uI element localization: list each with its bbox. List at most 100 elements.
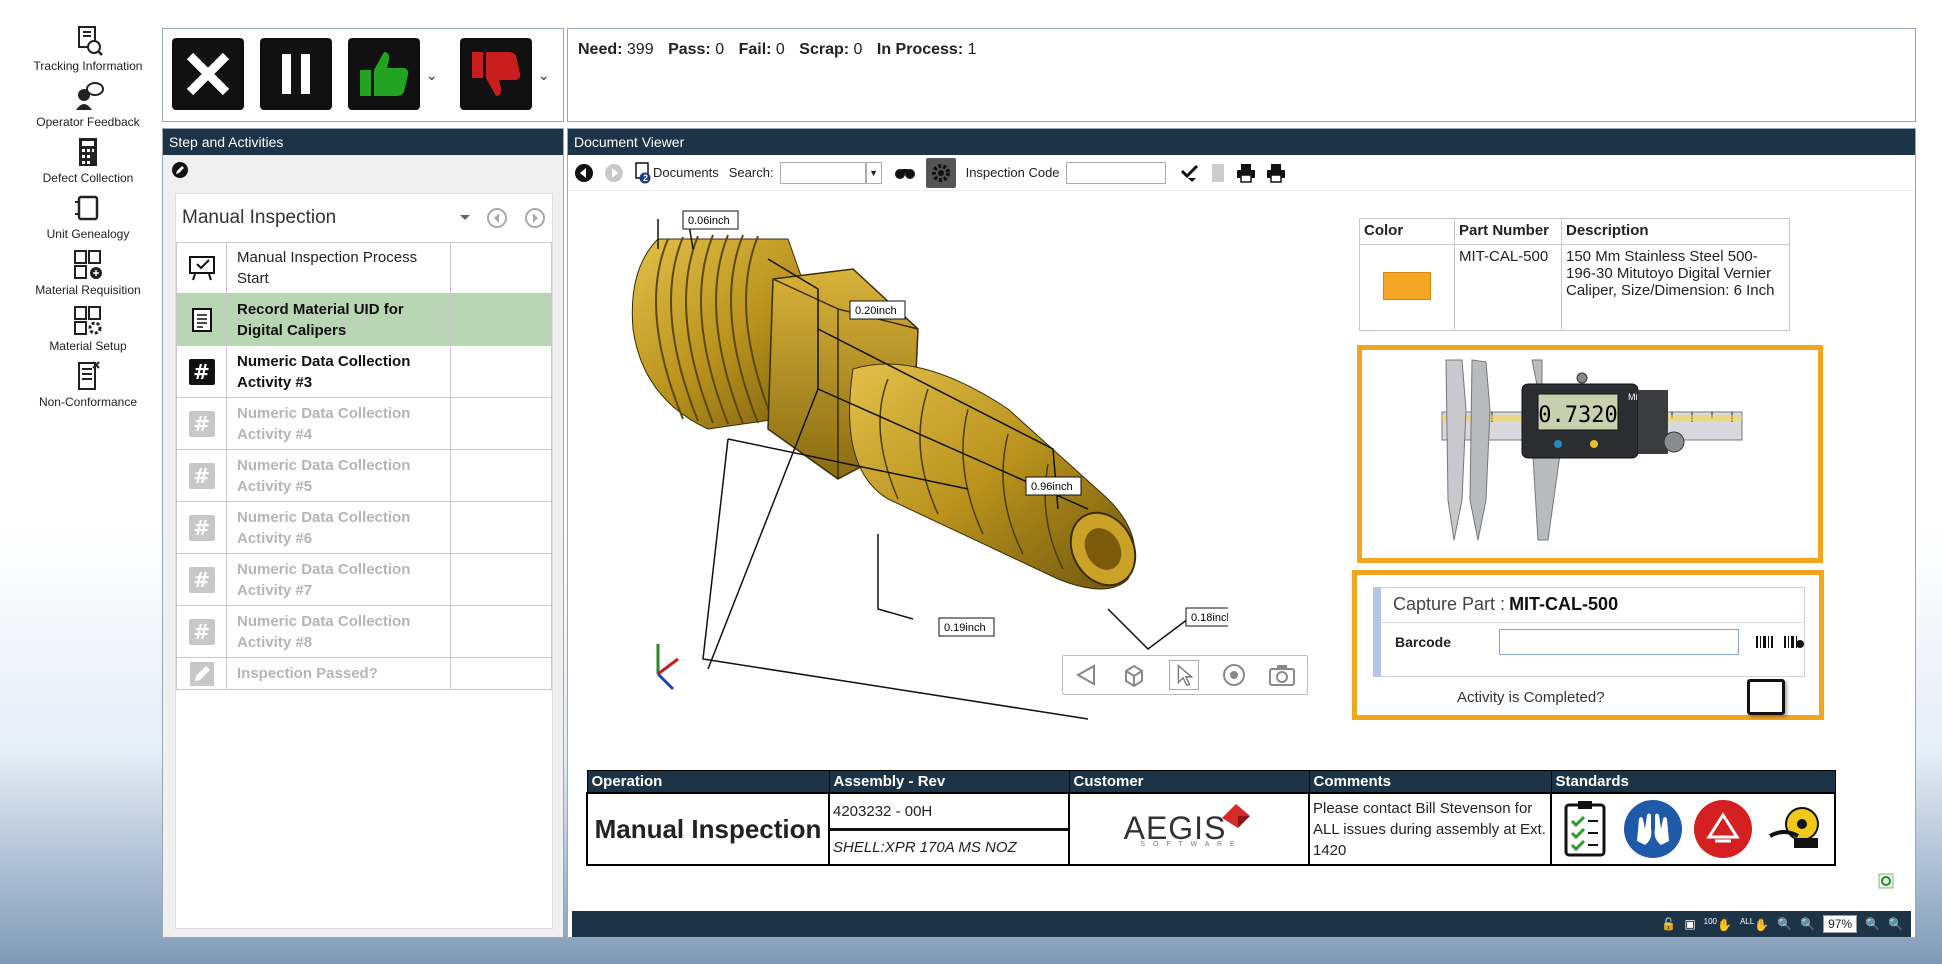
step-item[interactable]: # Numeric Data Collection Activity #4 — [176, 398, 552, 450]
nav-tracking-information[interactable]: Tracking Information — [18, 24, 158, 80]
pass-button[interactable] — [348, 38, 420, 110]
forward-button[interactable] — [604, 163, 624, 183]
hand-icon-100[interactable]: 100✋ — [1704, 917, 1732, 932]
hand-label-all: ALL — [1739, 916, 1755, 926]
operator-feedback-icon — [76, 82, 104, 110]
dimension-label: 0.20inch — [855, 305, 897, 317]
search-field[interactable] — [779, 161, 866, 184]
step-label: Record Material UID for Digital Calipers — [227, 294, 451, 345]
step-icon-cell — [177, 658, 227, 689]
hand-icon-all[interactable]: ALL✋ — [1740, 917, 1769, 932]
search-dropdown-icon[interactable]: ▼ — [865, 161, 882, 184]
step-dropdown-icon[interactable] — [458, 213, 472, 223]
printer-icon — [1266, 163, 1285, 183]
fit-page-icon[interactable]: ▣ — [1684, 917, 1695, 931]
barcode-scan-icon[interactable] — [1755, 634, 1775, 650]
inspection-code-label: Inspection Code — [965, 165, 1060, 180]
step-item[interactable]: # Numeric Data Collection Activity #3 — [176, 346, 552, 398]
capture-part-number: MIT-CAL-500 — [1509, 594, 1619, 614]
inspection-code-input[interactable] — [1065, 161, 1166, 184]
step-item[interactable]: Manual Inspection Process Start — [176, 242, 552, 294]
fail-count: Fail: 0 — [739, 41, 785, 58]
step-item[interactable]: # Numeric Data Collection Activity #6 — [176, 502, 552, 554]
back-button[interactable] — [574, 163, 594, 183]
nav-operator-feedback[interactable]: Operator Feedback — [18, 80, 158, 136]
lock-icon[interactable]: 🔓 — [1661, 917, 1676, 931]
step-item[interactable]: Inspection Passed? — [176, 658, 552, 690]
step-panel-header: Step and Activities — [163, 129, 563, 155]
checklist-icon — [1564, 801, 1606, 857]
nav-label: Non-Conformance — [38, 395, 138, 409]
nav-defect-collection[interactable]: Defect Collection — [18, 136, 158, 192]
activity-completed-checkbox[interactable] — [1747, 679, 1785, 715]
fail-options-chevron-down-icon[interactable]: ⌄ — [538, 67, 550, 84]
disabled-doc-button[interactable] — [1210, 163, 1226, 183]
part-table-header: Color — [1359, 218, 1455, 245]
step-item[interactable]: # Numeric Data Collection Activity #5 — [176, 450, 552, 502]
nav-label: Operator Feedback — [36, 115, 140, 129]
document-disabled-icon — [1211, 163, 1224, 182]
thumbs-up-icon — [360, 52, 409, 96]
fail-label: Fail: — [738, 41, 772, 58]
part-3d-model[interactable]: 0.06inch 0.20inch 0.96inch 0.19inch 0.18… — [588, 209, 1228, 729]
zoom-out-alt-icon[interactable]: 🔍 — [1800, 917, 1815, 931]
dimension-label: 0.06inch — [688, 215, 730, 227]
step-item[interactable]: Record Material UID for Digital Calipers — [176, 294, 552, 346]
barcode-input[interactable] — [1499, 629, 1739, 655]
settings-button[interactable] — [925, 157, 956, 188]
next-step-icon[interactable] — [524, 207, 546, 229]
camera-icon[interactable] — [1268, 663, 1296, 687]
search-select[interactable]: ▼ — [779, 161, 882, 184]
need-value: 399 — [626, 41, 654, 58]
info-header-comments: Comments — [1308, 770, 1552, 794]
barcode-settings-icon[interactable] — [1783, 634, 1805, 650]
caliper-reading: 0.7320 — [1538, 403, 1617, 428]
dimension-label: 0.96inch — [1031, 481, 1073, 493]
document-icon — [191, 307, 212, 332]
pass-options-chevron-down-icon[interactable]: ⌄ — [426, 67, 438, 84]
fail-button[interactable] — [460, 38, 532, 110]
print-button[interactable] — [1236, 163, 1256, 183]
zoom-in-icon[interactable]: 🔍 — [1865, 917, 1880, 931]
zoom-in-alt-icon[interactable]: 🔍 — [1888, 917, 1903, 931]
orbit-icon[interactable] — [1221, 662, 1247, 688]
step-item[interactable]: # Numeric Data Collection Activity #7 — [176, 554, 552, 606]
step-item[interactable]: # Numeric Data Collection Activity #8 — [176, 606, 552, 658]
hash-icon: # — [188, 618, 215, 645]
print-all-button[interactable] — [1266, 163, 1286, 183]
pass-value: 0 — [715, 41, 725, 58]
step-title-row: Manual Inspection — [176, 194, 552, 242]
nav-non-conformance[interactable]: Non-Conformance — [18, 360, 158, 416]
zoom-out-icon[interactable]: 🔍 — [1777, 917, 1792, 931]
binoculars-button[interactable] — [894, 166, 916, 180]
pointer-select-icon[interactable] — [1168, 660, 1199, 690]
pause-button[interactable] — [260, 38, 332, 110]
color-cell — [1359, 244, 1455, 331]
defect-collection-icon — [79, 138, 97, 166]
caliper-image-box: 0.7320 Mitutoyo — [1357, 345, 1823, 563]
documents-button[interactable]: 2 Documents — [634, 161, 719, 184]
step-status-cell — [451, 554, 551, 605]
gloves-icon — [1623, 800, 1682, 858]
inspection-check-button[interactable] — [1180, 163, 1200, 183]
nav-unit-genealogy[interactable]: Unit Genealogy — [18, 192, 158, 248]
abort-button[interactable] — [172, 38, 244, 110]
capture-part-box: Capture Part : MIT-CAL-500 Barcode Activi… — [1352, 570, 1824, 720]
previous-step-icon[interactable] — [486, 207, 508, 229]
step-status-cell — [451, 398, 551, 449]
view-orient-icon[interactable] — [1074, 662, 1100, 688]
doc-toolbar: 2 Documents Search: ▼ Inspection Code — [568, 155, 1915, 191]
doc-viewer-header: Document Viewer — [568, 129, 1915, 155]
standards-cell — [1550, 792, 1836, 866]
thumbs-down-icon — [472, 52, 521, 96]
refresh-small-icon[interactable] — [1878, 873, 1894, 889]
scrap-value: 0 — [853, 41, 863, 58]
step-label: Manual Inspection Process Start — [227, 243, 451, 293]
cube-icon[interactable] — [1121, 662, 1147, 688]
nav-material-setup[interactable]: Material Setup — [18, 304, 158, 360]
customer-logo: AEGIS S O F T W A R E — [1068, 792, 1310, 866]
edit-circle-icon[interactable] — [171, 161, 189, 179]
in-process-value: 1 — [967, 41, 977, 58]
nav-material-requisition[interactable]: Material Requisition — [18, 248, 158, 304]
zoom-level[interactable]: 97% — [1823, 915, 1858, 933]
